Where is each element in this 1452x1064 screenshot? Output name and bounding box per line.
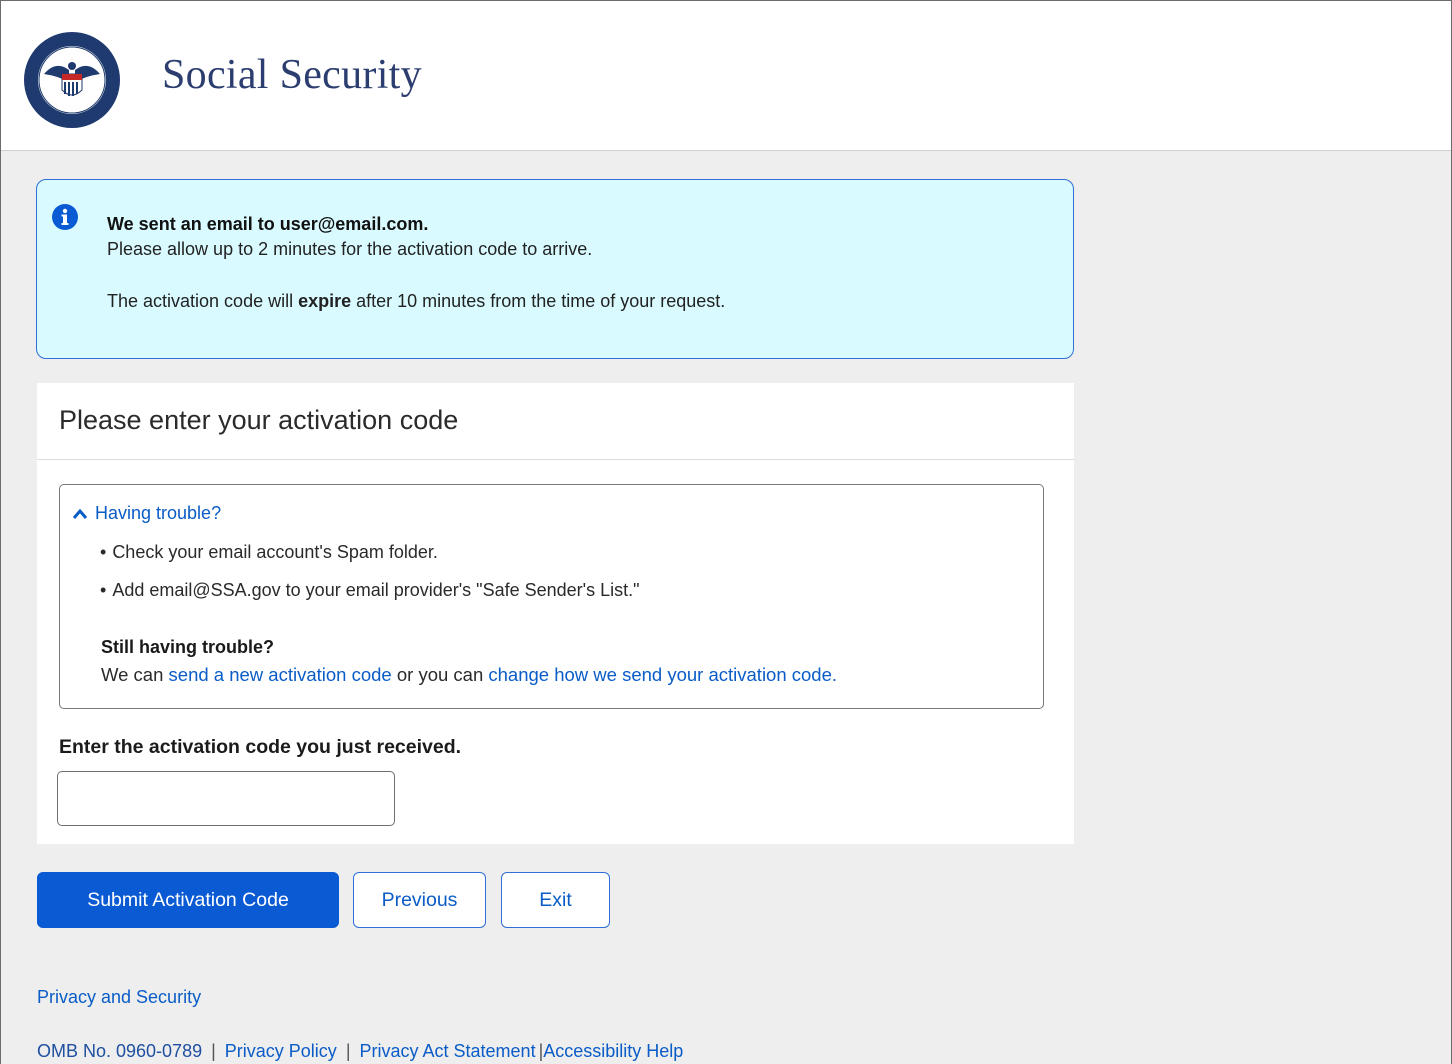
previous-button[interactable]: Previous	[353, 872, 486, 928]
alert-title: We sent an email to user@email.com.	[107, 214, 429, 234]
card-title: Please enter your activation code	[59, 405, 459, 435]
chevron-up-icon	[72, 508, 88, 519]
alert-message: Please allow up to 2 minutes for the act…	[107, 239, 593, 259]
having-trouble-toggle[interactable]: Having trouble?	[72, 503, 221, 524]
send-new-code-link[interactable]: send a new activation code	[169, 664, 392, 685]
privacy-policy-link[interactable]: Privacy Policy	[225, 1041, 337, 1061]
submit-activation-code-button[interactable]: Submit Activation Code	[37, 872, 339, 928]
info-alert: We sent an email to user@email.com. Plea…	[36, 179, 1074, 359]
site-header: Social Security	[1, 1, 1451, 151]
trouble-panel: Having trouble? • Check your email accoun…	[59, 484, 1044, 709]
expire-emphasis: expire	[298, 291, 352, 311]
ssa-seal-icon	[24, 32, 120, 128]
list-item: • Check your email account's Spam folder.	[100, 542, 438, 562]
change-delivery-link[interactable]: change how we send your activation code.	[488, 664, 837, 685]
still-trouble-heading: Still having trouble?	[101, 637, 275, 657]
having-trouble-label: Having trouble?	[95, 503, 222, 523]
site-title: Social Security	[162, 52, 422, 98]
activation-card: Please enter your activation code Having…	[37, 383, 1074, 844]
exit-button[interactable]: Exit	[501, 872, 610, 928]
separator: |	[345, 1041, 351, 1061]
info-icon	[52, 204, 78, 230]
activation-code-label: Enter the activation code you just recei…	[59, 736, 462, 758]
still-trouble-text: We can send a new activation code or you…	[101, 664, 838, 685]
separator: |	[211, 1041, 216, 1061]
omb-number: OMB No. 0960-0789	[37, 1041, 203, 1061]
list-item: • Add email@SSA.gov to your email provide…	[100, 580, 640, 600]
activation-code-input[interactable]	[57, 771, 395, 826]
alert-expiry-message: The activation code will expire after 10…	[107, 291, 726, 311]
footer-links: OMB No. 0960-0789 | Privacy Policy | Privacy…	[37, 1041, 683, 1062]
privacy-act-link[interactable]: Privacy Act Statement	[360, 1041, 536, 1061]
divider	[37, 459, 1074, 460]
privacy-security-link[interactable]: Privacy and Security	[37, 987, 201, 1008]
accessibility-help-link[interactable]: Accessibility Help	[543, 1041, 683, 1061]
